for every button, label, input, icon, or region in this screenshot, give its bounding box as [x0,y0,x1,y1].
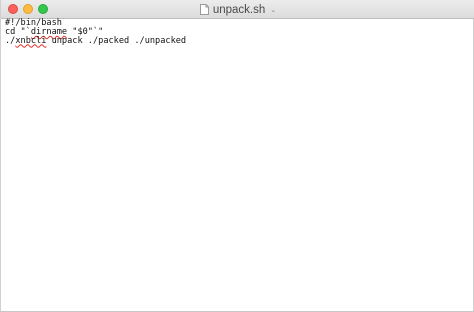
text-editor-area[interactable]: #!/bin/bash cd "`dirname "$0"`" ./xnbcli u… [5,19,469,309]
close-button[interactable] [8,4,18,14]
code-text: unpack ./packed ./unpacked [46,35,187,46]
window-title: unpack.sh [212,3,266,16]
misspelled-word: xnbcli [15,35,47,46]
code-line[interactable]: ./xnbcli unpack ./packed ./unpacked [5,35,469,46]
chevron-down-icon[interactable]: ⌄ [270,6,276,14]
document-icon [199,4,209,15]
minimize-button[interactable] [23,4,33,14]
text-editor-window: unpack.sh ⌄ #!/bin/bash cd "`dirname "$0"… [0,0,474,312]
title-bar[interactable]: unpack.sh ⌄ [1,0,474,19]
zoom-button[interactable] [38,4,48,14]
code-text: ./ [5,35,16,46]
window-title-group: unpack.sh ⌄ [1,0,474,19]
document-title-menu[interactable]: unpack.sh ⌄ [199,3,276,16]
